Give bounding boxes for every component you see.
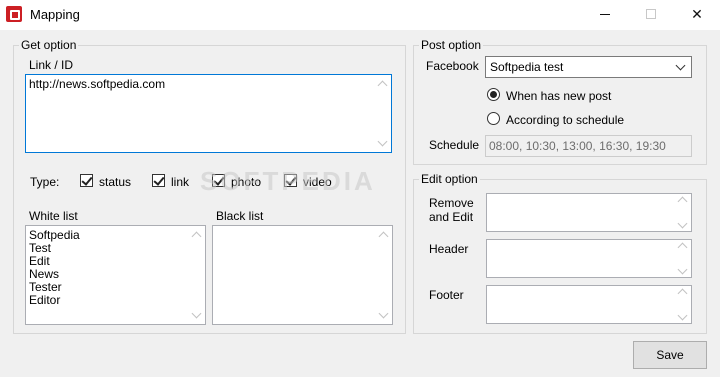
minimize-icon [600,14,610,15]
remove-edit-scrollbar[interactable] [674,194,691,231]
maximize-button [628,0,674,30]
save-button[interactable]: Save [633,341,707,369]
scroll-up-icon [677,196,688,207]
white-list-label: White list [29,209,78,223]
scroll-down-icon [677,218,688,229]
scroll-down-icon [677,264,688,275]
softpedia-watermark: SOFTPEDIA [200,166,376,196]
header-scrollbar[interactable] [674,240,691,277]
scroll-up-icon [677,242,688,253]
link-id-scrollbar[interactable] [374,75,391,152]
when-new-post-label: When has new post [506,89,612,103]
type-label: Type: [30,175,60,189]
facebook-dropdown-value: Softpedia test [490,60,564,74]
remove-edit-input[interactable] [486,193,692,232]
footer-input[interactable] [486,285,692,324]
link-id-label: Link / ID [29,58,74,72]
chevron-down-icon [675,60,686,71]
post-option-label: Post option [419,38,484,52]
black-list-label: Black list [216,209,264,223]
maximize-icon [646,9,656,19]
footer-scrollbar[interactable] [674,286,691,323]
link-checkbox-label: link [171,175,190,189]
white-list-items: Softpedia Test Edit News Tester Editor [29,229,80,307]
facebook-dropdown[interactable]: Softpedia test [485,56,692,78]
scroll-up-icon [677,288,688,299]
minimize-button[interactable] [582,0,628,30]
window-title: Mapping [30,7,80,22]
scroll-down-icon [378,308,389,319]
status-checkbox[interactable] [80,174,93,187]
footer-label: Footer [429,288,464,302]
scroll-down-icon [377,136,388,147]
link-id-value: http://news.softpedia.com [29,77,166,91]
according-schedule-label: According to schedule [506,113,625,127]
app-icon [6,6,22,22]
title-bar: Mapping ✕ [0,0,720,30]
black-list-box[interactable] [212,225,393,325]
scroll-up-icon [377,80,388,91]
status-checkbox-label: status [99,175,132,189]
according-schedule-radio[interactable] [487,112,500,125]
schedule-value: 08:00, 10:30, 13:00, 16:30, 19:30 [489,139,666,153]
close-button[interactable]: ✕ [674,0,720,30]
facebook-label: Facebook [426,59,479,73]
schedule-input: 08:00, 10:30, 13:00, 16:30, 19:30 [485,135,692,157]
header-label: Header [429,242,469,256]
black-list-scrollbar[interactable] [375,226,392,324]
scroll-up-icon [191,231,202,242]
schedule-label: Schedule [429,138,480,152]
when-new-post-radio[interactable] [487,88,500,101]
scroll-up-icon [378,231,389,242]
remove-edit-label: Remove and Edit [429,196,474,224]
list-item[interactable]: Editor [29,294,80,307]
link-id-input[interactable]: http://news.softpedia.com [25,74,392,153]
scroll-down-icon [191,308,202,319]
get-option-label: Get option [19,38,79,52]
scroll-down-icon [677,310,688,321]
edit-option-label: Edit option [419,172,480,186]
white-list-scrollbar[interactable] [188,226,205,324]
white-list-box[interactable]: Softpedia Test Edit News Tester Editor [25,225,206,325]
link-checkbox[interactable] [152,174,165,187]
header-input[interactable] [486,239,692,278]
